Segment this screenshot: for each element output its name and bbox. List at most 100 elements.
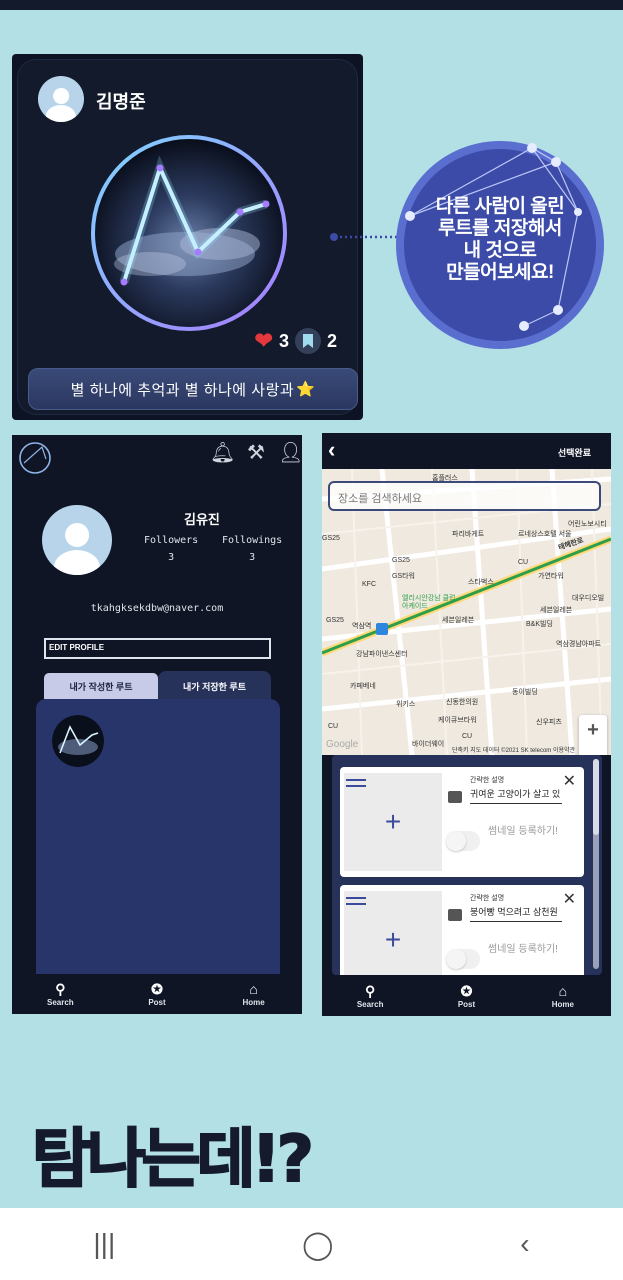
nav-search[interactable]: ⚲ Search — [340, 984, 400, 1009]
map-label: 신우피츠 — [536, 719, 562, 726]
zoom-out-button[interactable]: − — [579, 745, 607, 755]
nav-search-label: Search — [46, 997, 74, 1007]
description-input[interactable]: 붕어빵 먹으려고 삼천원 — [470, 905, 562, 922]
map-label: GS25 — [326, 617, 344, 624]
profile-email: tkahgksekdbw@naver.com — [90, 603, 224, 614]
followings-count: 3 — [249, 552, 256, 563]
scrollbar-thumb[interactable] — [593, 759, 599, 835]
map-label: KFC — [362, 581, 376, 588]
app-logo-icon[interactable] — [18, 441, 52, 475]
map-label: 세븐일레븐 — [540, 607, 573, 614]
callout-line-1: 다른 사람이 올린 — [435, 196, 565, 217]
thumbnail-toggle[interactable] — [446, 831, 480, 851]
place-search-input[interactable]: 장소를 검색하세요 — [328, 481, 601, 511]
callout-line-3: 내 것으로 — [463, 240, 537, 261]
back-icon[interactable]: ‹ — [328, 439, 335, 461]
google-logo: Google — [326, 739, 359, 750]
map-label: GS25 — [322, 535, 340, 542]
bottom-nav: ⚲ Search ✪ Post ⌂ Home — [12, 974, 302, 1014]
route-card: + 간략한 설명 ✕ 귀여운 고양이가 살고 있 썸네일 등록하기! — [340, 767, 584, 877]
bell-icon[interactable]: 🔔︎ — [210, 443, 235, 463]
followers-stat[interactable]: Followers 3 — [144, 535, 198, 563]
headline-text: 탐나는데!? — [32, 1123, 310, 1195]
nav-post-label: Post — [457, 999, 476, 1009]
nav-home[interactable]: ⌂ Home — [224, 982, 284, 1007]
callout-line-4: 만들어보세요! — [446, 262, 554, 283]
map-view[interactable]: 홈플러스 파리바게트 르네상스호텔 서울 어린노보시티 GS25 GS25 GS… — [322, 469, 611, 755]
add-photo-button[interactable]: + — [344, 773, 442, 871]
tab-saved-routes[interactable]: 내가 저장한 루트 — [158, 671, 271, 701]
search-icon: ⚲ — [55, 980, 66, 997]
map-label: 파리바게트 — [452, 531, 485, 538]
map-attribution[interactable]: 단축키 지도 데이터 ©2021 SK telecom 이용약관 — [452, 745, 575, 754]
post-caption: 별 하나에 추억과 별 하나에 사랑과 ⭐ — [28, 368, 358, 410]
zoom-control: + − — [579, 715, 607, 755]
drag-handle-icon[interactable] — [346, 897, 366, 905]
thumbnail-label: 썸네일 등록하기! — [488, 944, 558, 955]
nav-search-label: Search — [356, 999, 384, 1009]
map-label: 바이더웨이 — [412, 741, 445, 748]
nav-home-label: Home — [551, 999, 574, 1009]
map-label: 역삼역 — [352, 623, 372, 630]
star-circle-icon: ✪ — [460, 982, 473, 999]
desc-label: 간략한 설명 — [470, 895, 505, 902]
followings-label: Followings — [222, 535, 283, 546]
map-label: 세븐일레븐 — [442, 617, 475, 624]
map-label: B&K빌딩 — [526, 621, 553, 628]
map-label: 역삼경남아파트 — [556, 641, 602, 648]
map-label: 강남파이낸스센터 — [356, 651, 408, 658]
tab-my-routes[interactable]: 내가 작성한 루트 — [44, 673, 158, 699]
tools-icon[interactable]: ⚒︎ — [244, 443, 268, 463]
profile-avatar[interactable] — [42, 505, 112, 575]
done-button[interactable]: 선택완료 — [558, 446, 591, 459]
bottom-nav: ⚲ Search ✪ Post ⌂ Home — [322, 976, 611, 1016]
route-photo — [91, 135, 287, 331]
map-label: 스타벅스 — [468, 579, 494, 586]
map-label: 르네상스호텔 서울 — [518, 531, 572, 538]
callout-bubble: 다른 사람이 올린 루트를 저장해서 내 것으로 만들어보세요! — [388, 140, 612, 350]
map-label: 동이빌딩 — [512, 689, 538, 696]
map-label: 케이큐브타워 — [438, 717, 477, 724]
followings-stat[interactable]: Followings 3 — [222, 535, 282, 563]
caption-text: 별 하나에 추억과 별 하나에 사랑과 — [70, 381, 295, 399]
nav-search[interactable]: ⚲ Search — [30, 982, 90, 1007]
reaction-bar: ❤ 3 2 — [255, 328, 337, 354]
nav-home[interactable]: ⌂ Home — [533, 984, 593, 1009]
avatar[interactable] — [38, 76, 84, 122]
map-label: 카페베네 — [350, 683, 376, 690]
heart-icon[interactable]: ❤ — [255, 330, 273, 352]
post-card: 김명준 ❤ 3 2 별 하나에 추억과 별 하나에 사랑과 ⭐ — [12, 54, 363, 420]
desc-label: 간략한 설명 — [470, 777, 505, 784]
callout-line-2: 루트를 저장해서 — [438, 218, 562, 239]
saved-route-thumbnail[interactable] — [52, 715, 104, 767]
zoom-in-button[interactable]: + — [579, 715, 607, 745]
nav-post[interactable]: ✪ Post — [127, 982, 187, 1007]
back-nav-icon[interactable]: ‹ — [520, 1228, 529, 1260]
map-label: 신동한의원 — [446, 699, 479, 706]
map-label: CU — [518, 559, 529, 566]
map-label: CU — [328, 723, 339, 730]
drag-handle-icon[interactable] — [346, 779, 366, 787]
profile-screen: 🔔︎ ⚒︎ 👤︎ 김유진 Followers 3 Followings 3 tk… — [12, 435, 303, 1014]
map-label: 어린노보시티 — [568, 521, 607, 528]
nav-home-label: Home — [242, 997, 265, 1007]
recent-apps-icon[interactable]: ||| — [93, 1228, 115, 1260]
search-icon: ⚲ — [365, 982, 376, 999]
top-status-strip — [0, 0, 623, 10]
route-card-list[interactable]: + 간략한 설명 ✕ 귀여운 고양이가 살고 있 썸네일 등록하기! + 간략한… — [332, 755, 602, 975]
followers-label: Followers — [144, 535, 199, 546]
system-nav-bar: ||| ◯ ‹ — [0, 1208, 623, 1280]
thumbnail-toggle[interactable] — [446, 949, 480, 969]
person-icon[interactable]: 👤︎ — [278, 443, 303, 463]
description-input[interactable]: 귀여운 고양이가 살고 있 — [470, 787, 562, 804]
close-icon[interactable]: ✕ — [563, 771, 576, 791]
edit-profile-button[interactable]: EDIT PROFILE — [44, 638, 271, 659]
close-icon[interactable]: ✕ — [563, 889, 576, 909]
nav-post[interactable]: ✪ Post — [436, 984, 496, 1009]
post-card-body: 김명준 ❤ 3 2 별 하나에 추억과 별 하나에 사랑과 ⭐ — [18, 60, 358, 414]
bookmark-icon[interactable] — [294, 328, 321, 354]
route-card: + 간략한 설명 ✕ 붕어빵 먹으려고 삼천원 썸네일 등록하기! — [340, 885, 584, 975]
home-circle-icon[interactable]: ◯ — [302, 1228, 333, 1261]
map-label: CU — [462, 733, 473, 740]
star-icon: ⭐ — [296, 381, 316, 398]
